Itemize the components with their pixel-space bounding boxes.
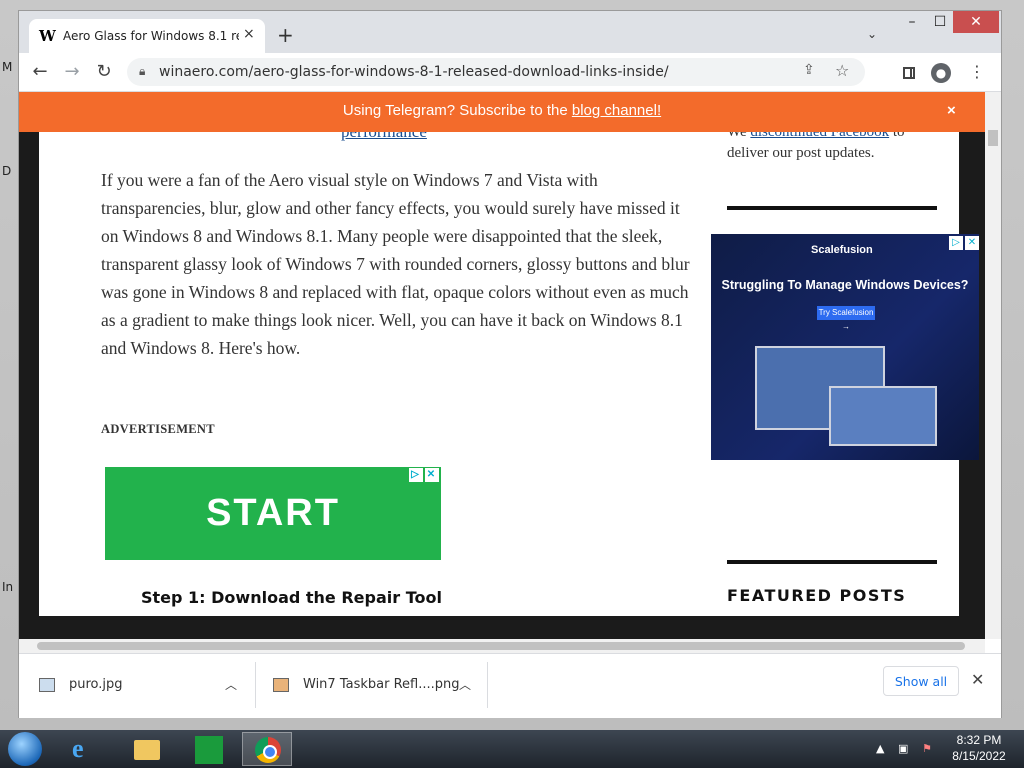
action-center-flag-icon[interactable]: ⚑	[922, 742, 932, 755]
browser-toolbar: ← → ↻ 🔒︎ winaero.com/aero-glass-for-wind…	[19, 53, 1001, 92]
tab-title: Aero Glass for Windows 8.1 relea	[63, 29, 239, 43]
chrome-window: W Aero Glass for Windows 8.1 relea × + ⌄…	[18, 10, 1002, 718]
download-separator	[487, 662, 488, 708]
network-icon[interactable]: ▣	[898, 742, 908, 755]
close-window-button[interactable]: ✕	[953, 11, 999, 33]
repair-step-text: Step 1: Download the Repair Tool	[141, 588, 442, 607]
start-ad-banner[interactable]: START ▷ ✕	[105, 467, 441, 560]
vertical-scrollbar[interactable]	[985, 92, 1001, 639]
scalefusion-headline: Struggling To Manage Windows Devices?	[721, 278, 969, 292]
start-button[interactable]	[8, 732, 42, 766]
scalefusion-brand: Scalefusion	[811, 244, 873, 256]
adchoices-icon[interactable]: ▷	[949, 236, 963, 250]
image-file-icon	[39, 678, 55, 692]
minimize-button[interactable]: –	[899, 11, 925, 33]
desktop-icon-label-fragment: In	[2, 580, 14, 594]
start-ad-text[interactable]: START	[206, 492, 340, 534]
download-bar-close-icon[interactable]: ✕	[971, 670, 984, 689]
taskbar-clock[interactable]: 8:32 PM 8/15/2022	[944, 732, 1014, 764]
download-item[interactable]: Win7 Taskbar Refl....png ︿	[273, 662, 489, 708]
desktop-icon-label-fragment: M	[2, 60, 13, 74]
clock-time: 8:32 PM	[956, 733, 1002, 747]
vertical-scroll-thumb[interactable]	[988, 130, 998, 146]
chrome-taskbar-icon[interactable]	[242, 732, 292, 766]
chevron-up-icon[interactable]: ︿	[459, 676, 471, 693]
banner-text: Using Telegram? Subscribe to the	[342, 102, 572, 119]
url-text[interactable]: winaero.com/aero-glass-for-windows-8-1-r…	[159, 64, 669, 80]
forward-arrow-icon[interactable]: →	[61, 61, 83, 83]
article-paragraph: If you were a fan of the Aero visual sty…	[101, 170, 690, 358]
bookmark-star-icon[interactable]: ☆	[835, 61, 849, 80]
internet-explorer-icon[interactable]: e	[60, 732, 110, 766]
tablet-image	[829, 386, 937, 446]
featured-posts-heading: FEATURED POSTS	[727, 586, 907, 605]
store-icon[interactable]	[184, 732, 234, 766]
profile-avatar-icon[interactable]: ●	[931, 63, 951, 83]
menu-dots-icon[interactable]: ⋮	[969, 63, 985, 81]
advertisement-label: ADVERTISEMENT	[101, 422, 215, 436]
sidebar-divider	[727, 206, 937, 210]
windows-taskbar: e ▲ ▣ ⚑ 8:32 PM 8/15/2022	[0, 730, 1024, 768]
browser-tab[interactable]: W Aero Glass for Windows 8.1 relea ×	[29, 19, 265, 53]
new-tab-button[interactable]: +	[277, 25, 294, 45]
show-hidden-icons-icon[interactable]: ▲	[876, 742, 884, 755]
ad-close-icon[interactable]: ✕	[965, 236, 979, 250]
horizontal-scrollbar[interactable]	[19, 639, 985, 653]
desktop-icon-label-fragment: D	[2, 164, 12, 178]
scalefusion-ad[interactable]: Scalefusion Struggling To Manage Windows…	[711, 234, 979, 460]
chevron-up-icon[interactable]: ︿	[225, 676, 237, 693]
download-filename[interactable]: Win7 Taskbar Refl....png	[303, 677, 459, 692]
horizontal-scroll-thumb[interactable]	[37, 642, 965, 650]
file-explorer-icon[interactable]	[122, 732, 172, 766]
clock-date: 8/15/2022	[952, 749, 1006, 763]
ad-close-icon[interactable]: ✕	[425, 468, 439, 482]
tab-search-icon[interactable]: ⌄	[867, 27, 877, 41]
lock-icon[interactable]: 🔒︎	[139, 64, 145, 79]
show-all-downloads-button[interactable]: Show all	[883, 666, 959, 696]
back-arrow-icon[interactable]: ←	[29, 61, 51, 83]
download-bar: puro.jpg ︿ Win7 Taskbar Refl....png ︿ Sh…	[19, 653, 1001, 718]
adchoices-icon[interactable]: ▷	[409, 468, 423, 482]
tab-close-icon[interactable]: ×	[243, 26, 255, 42]
title-bar: W Aero Glass for Windows 8.1 relea × + ⌄…	[19, 11, 1001, 53]
page-viewport: performance If you were a fan of the Aer…	[19, 92, 985, 639]
address-bar[interactable]: 🔒︎ winaero.com/aero-glass-for-windows-8-…	[127, 58, 865, 86]
telegram-banner: Using Telegram? Subscribe to the blog ch…	[19, 92, 985, 132]
image-file-icon	[273, 678, 289, 692]
blog-channel-link[interactable]: blog channel!	[572, 102, 661, 119]
banner-close-icon[interactable]: ×	[947, 92, 956, 130]
download-filename[interactable]: puro.jpg	[69, 677, 123, 692]
winaero-favicon-icon: W	[39, 27, 56, 45]
sidebar-divider	[727, 560, 937, 564]
download-item[interactable]: puro.jpg ︿	[39, 662, 255, 708]
reload-icon[interactable]: ↻	[93, 61, 115, 83]
side-panel-icon[interactable]	[903, 67, 915, 79]
share-icon[interactable]: ⇪	[803, 62, 815, 78]
download-separator	[255, 662, 256, 708]
maximize-button[interactable]: ☐	[927, 11, 953, 33]
try-scalefusion-button[interactable]: Try Scalefusion →	[817, 306, 875, 331]
